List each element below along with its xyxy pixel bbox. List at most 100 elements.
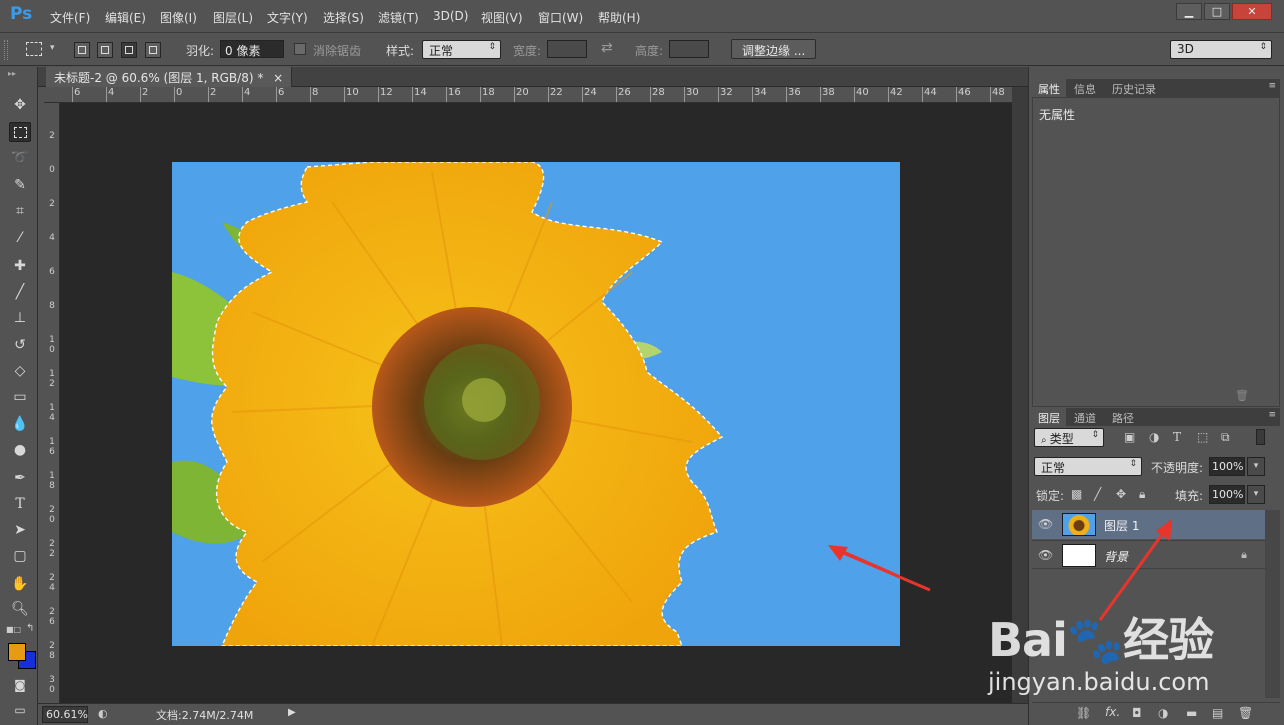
antialias-checkbox[interactable] [294, 43, 306, 55]
filter-pixel-icon[interactable]: ▣ [1124, 430, 1135, 444]
width-input[interactable] [547, 40, 587, 58]
refine-edge-button[interactable]: 调整边缘 ... [731, 39, 817, 59]
preset-dropdown-icon[interactable]: ▾ [50, 43, 55, 53]
lock-position-icon[interactable]: ✥ [1116, 487, 1126, 501]
quick-select-tool-icon[interactable]: ✎ [9, 175, 31, 195]
menu-view[interactable]: 视图(V) [481, 9, 523, 26]
minimize-button[interactable]: ▁ [1176, 3, 1202, 20]
opacity-input[interactable]: 100% [1209, 457, 1245, 476]
tab-info[interactable]: 信息 [1068, 79, 1102, 97]
tab-history[interactable]: 历史记录 [1106, 79, 1162, 97]
visibility-eye-icon[interactable]: 👁︎ [1038, 517, 1053, 531]
status-menu-arrow-icon[interactable]: ▶ [288, 707, 296, 718]
blend-mode-select[interactable]: 正常 ⇕ [1034, 457, 1142, 476]
sunflower-image[interactable] [172, 162, 900, 646]
panel-menu-icon[interactable]: ≡ [1268, 410, 1276, 420]
history-brush-tool-icon[interactable]: ↺ [9, 335, 31, 355]
menu-file[interactable]: 文件(F) [50, 9, 90, 26]
layers-scrollbar[interactable] [1265, 510, 1280, 698]
filter-shape-icon[interactable]: ⬚ [1197, 430, 1208, 444]
feather-input[interactable]: 0 像素 [220, 40, 284, 58]
close-tab-icon[interactable]: × [273, 71, 283, 85]
brush-tool-icon[interactable]: ╱ [9, 282, 31, 302]
adjustment-layer-icon[interactable]: ◑ [1158, 706, 1168, 720]
default-colors-icon[interactable]: ■□ [6, 625, 21, 634]
hand-tool-icon[interactable]: ✋ [9, 574, 31, 594]
pen-tool-icon[interactable]: ✒ [9, 468, 31, 488]
new-selection-icon[interactable] [74, 42, 90, 58]
trash-icon[interactable]: 🗑 [1235, 389, 1249, 402]
fx-icon[interactable]: fx. [1105, 705, 1120, 719]
swap-dimensions-icon[interactable]: ⇄ [601, 40, 613, 56]
delete-layer-icon[interactable]: 🗑 [1238, 706, 1253, 720]
shape-tool-icon[interactable]: ▢ [9, 546, 31, 566]
tab-properties[interactable]: 属性 [1032, 79, 1066, 97]
horizontal-ruler[interactable]: 6 4 2 0 2 4 6 8 10 12 14 16 18 20 22 24 26 28 30 32 34 36 38 40… [44, 87, 1012, 103]
collapse-tools-icon[interactable]: ▸▸ [8, 69, 16, 78]
fill-dropdown-icon[interactable]: ▾ [1247, 485, 1265, 504]
vertical-ruler[interactable]: 2024681012141618202224262830 [44, 103, 60, 703]
gradient-tool-icon[interactable]: ▭ [9, 387, 31, 407]
screen-mode-icon[interactable]: ▭ [9, 700, 31, 720]
new-layer-icon[interactable]: ▤ [1212, 706, 1223, 720]
menu-filter[interactable]: 滤镜(T) [378, 9, 419, 26]
path-select-tool-icon[interactable]: ➤ [9, 520, 31, 540]
healing-brush-tool-icon[interactable]: ✚ [9, 256, 31, 276]
maximize-button[interactable]: □ [1204, 3, 1230, 20]
menu-window[interactable]: 窗口(W) [538, 9, 583, 26]
move-tool-icon[interactable]: ✥ [9, 95, 31, 115]
fill-input[interactable]: 100% [1209, 485, 1245, 504]
swap-colors-icon[interactable]: ↰ [26, 623, 34, 634]
menu-3d[interactable]: 3D(D) [433, 9, 468, 23]
style-select[interactable]: 正常 ⇕ [422, 40, 501, 59]
crop-tool-icon[interactable]: ⌗ [9, 201, 31, 221]
lock-transparent-icon[interactable]: ▩ [1071, 487, 1082, 501]
new-group-icon[interactable]: ▬ [1186, 706, 1197, 720]
zoom-tool-icon[interactable]: 🔍︎ [9, 599, 31, 619]
opacity-dropdown-icon[interactable]: ▾ [1247, 457, 1265, 476]
zoom-field[interactable]: 60.61% [42, 706, 88, 723]
filter-smart-object-icon[interactable]: ⧉ [1221, 430, 1230, 445]
filter-type-icon[interactable]: T [1173, 430, 1181, 444]
status-proof-icon[interactable]: ◐ [98, 707, 108, 720]
eyedropper-tool-icon[interactable]: ⁄ [9, 228, 31, 248]
document-tab[interactable]: 未标题-2 @ 60.6% (图层 1, RGB/8) * × [46, 67, 293, 87]
tab-channels[interactable]: 通道 [1068, 408, 1102, 426]
foreground-color-swatch[interactable] [8, 643, 26, 661]
options-grip[interactable] [4, 40, 8, 60]
rect-marquee-preset-icon[interactable] [26, 42, 42, 56]
visibility-eye-icon[interactable]: 👁︎ [1038, 548, 1053, 562]
link-layers-icon[interactable]: ⛓ [1076, 706, 1091, 720]
filter-adjustment-icon[interactable]: ◑ [1149, 430, 1159, 444]
marquee-tool-icon[interactable] [9, 122, 31, 142]
add-mask-icon[interactable]: ◘ [1132, 706, 1142, 720]
intersect-selection-icon[interactable] [145, 42, 161, 58]
lasso-tool-icon[interactable]: ➰ [9, 148, 31, 168]
add-selection-icon[interactable] [97, 42, 113, 58]
tab-paths[interactable]: 路径 [1106, 408, 1140, 426]
panel-menu-icon[interactable]: ≡ [1268, 81, 1276, 91]
blur-tool-icon[interactable]: 💧 [9, 414, 31, 434]
dodge-tool-icon[interactable]: ● [9, 440, 31, 460]
close-button[interactable]: ✕ [1232, 3, 1272, 20]
lock-all-icon[interactable]: 🔒︎ [1139, 487, 1145, 502]
menu-type[interactable]: 文字(Y) [267, 9, 308, 26]
eraser-tool-icon[interactable]: ◇ [9, 361, 31, 381]
layer-filter-select[interactable]: ⌕ 类型 ⇕ [1034, 428, 1104, 447]
tab-layers[interactable]: 图层 [1032, 408, 1066, 426]
menu-help[interactable]: 帮助(H) [598, 9, 640, 26]
type-tool-icon[interactable]: T [9, 494, 31, 514]
subtract-selection-icon[interactable] [121, 42, 137, 58]
ruler-tick-label: 4 [49, 233, 55, 243]
menu-edit[interactable]: 编辑(E) [105, 9, 146, 26]
ruler-tick-label: 2 [49, 199, 55, 209]
clone-stamp-tool-icon[interactable]: ⊥ [9, 308, 31, 328]
filter-toggle[interactable] [1256, 429, 1265, 445]
menu-layer[interactable]: 图层(L) [213, 9, 253, 26]
menu-image[interactable]: 图像(I) [160, 9, 197, 26]
menu-select[interactable]: 选择(S) [323, 9, 364, 26]
quick-mask-icon[interactable]: ◙ [9, 675, 31, 695]
workspace-select[interactable]: 3D ⇕ [1170, 40, 1272, 59]
lock-pixels-icon[interactable]: ╱ [1094, 487, 1101, 501]
height-input[interactable] [669, 40, 709, 58]
